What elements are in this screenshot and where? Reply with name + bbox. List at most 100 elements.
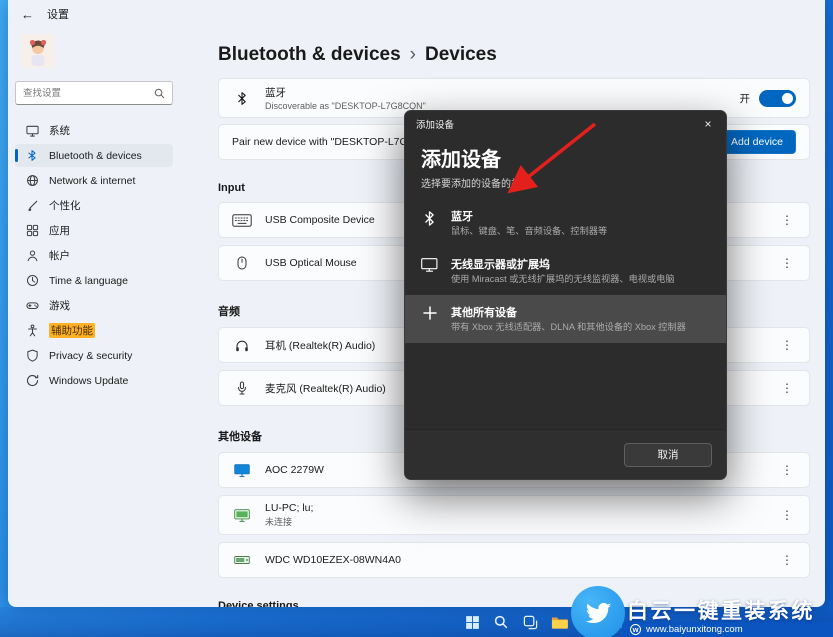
more-options-button[interactable]: ⋮ <box>778 213 796 227</box>
sidebar-item-network-internet[interactable]: Network & internet <box>15 169 173 192</box>
globe-icon: w <box>630 624 641 635</box>
option-desc: 带有 Xbox 无线适配器、DLNA 和其他设备的 Xbox 控制器 <box>451 322 686 334</box>
more-options-button[interactable]: ⋮ <box>778 553 796 567</box>
back-button[interactable]: ← <box>21 7 34 22</box>
device-title: 耳机 (Realtek(R) Audio) <box>265 338 375 353</box>
sidebar-item-label: Bluetooth & devices <box>49 150 142 162</box>
bird-icon <box>583 598 613 628</box>
plus-icon <box>421 306 438 320</box>
device-title: 麦克风 (Realtek(R) Audio) <box>265 381 386 396</box>
gamepad-icon <box>25 299 39 313</box>
sidebar-item-label: 系统 <box>49 123 70 138</box>
shield-icon <box>25 349 39 363</box>
globe-icon <box>25 174 39 188</box>
clock-icon <box>25 274 39 288</box>
headphones-icon <box>232 339 252 352</box>
pc-icon <box>232 509 252 522</box>
search-input[interactable] <box>23 88 154 99</box>
option-bluetooth[interactable]: 蓝牙 鼠标、键盘、笔、音频设备、控制器等 <box>405 199 726 247</box>
display-icon <box>421 258 438 272</box>
search-icon <box>154 88 165 99</box>
desktop: ← 设置 系统 Bluetoo <box>0 0 833 637</box>
sidebar-item-privacy-security[interactable]: Privacy & security <box>15 344 173 367</box>
add-device-dialog: 添加设备 × 添加设备 选择要添加的设备的类型。 蓝牙 鼠标、键盘、笔、音频设备… <box>404 110 727 480</box>
device-row-lu-pc: LU-PC; lu; 未连接 ⋮ <box>218 495 810 535</box>
sidebar-item-windows-update[interactable]: Windows Update <box>15 369 173 392</box>
option-title: 无线显示器或扩展坞 <box>451 256 675 272</box>
watermark-brand: 白云一键重装系统 <box>627 595 815 625</box>
brush-icon <box>25 199 39 213</box>
sidebar-item-accessibility[interactable]: 辅助功能 <box>15 319 173 342</box>
add-device-button[interactable]: Add device <box>718 130 796 154</box>
sidebar-item-personalization[interactable]: 个性化 <box>15 194 173 217</box>
more-options-button[interactable]: ⋮ <box>778 256 796 270</box>
search-box[interactable] <box>15 81 173 105</box>
watermark-bird-badge <box>571 586 625 637</box>
avatar[interactable] <box>21 34 55 68</box>
hard-drive-icon <box>232 555 252 565</box>
update-icon <box>25 374 39 388</box>
search-icon[interactable] <box>491 612 511 632</box>
option-title: 其他所有设备 <box>451 304 686 320</box>
keyboard-icon <box>232 214 252 227</box>
option-everything-else[interactable]: 其他所有设备 带有 Xbox 无线适配器、DLNA 和其他设备的 Xbox 控制… <box>405 295 726 343</box>
sidebar-item-label: Network & internet <box>49 175 135 187</box>
sidebar: 系统 Bluetooth & devices Network & interne… <box>8 28 180 607</box>
sidebar-item-label: 游戏 <box>49 298 70 313</box>
chevron-right-icon: › <box>410 44 416 66</box>
app-title: 设置 <box>47 6 69 22</box>
option-wireless-display[interactable]: 无线显示器或扩展坞 使用 Miracast 或无线扩展坞的无线监视器、电视或电脑 <box>405 247 726 295</box>
dialog-footer: 取消 <box>405 429 726 479</box>
breadcrumb-parent[interactable]: Bluetooth & devices <box>218 44 401 66</box>
bluetooth-icon <box>232 91 252 106</box>
sidebar-item-label: Time & language <box>49 275 128 287</box>
option-desc: 鼠标、键盘、笔、音频设备、控制器等 <box>451 226 607 238</box>
close-icon[interactable]: × <box>690 111 726 136</box>
sidebar-item-gaming[interactable]: 游戏 <box>15 294 173 317</box>
more-options-button[interactable]: ⋮ <box>778 463 796 477</box>
sidebar-item-time-language[interactable]: Time & language <box>15 269 173 292</box>
sidebar-item-accounts[interactable]: 帐户 <box>15 244 173 267</box>
device-status: 未连接 <box>265 515 313 528</box>
bluetooth-toggle[interactable] <box>759 90 796 107</box>
sidebar-item-label: 应用 <box>49 223 70 238</box>
sidebar-nav: 系统 Bluetooth & devices Network & interne… <box>15 119 173 392</box>
dialog-subheading: 选择要添加的设备的类型。 <box>405 175 726 199</box>
more-options-button[interactable]: ⋮ <box>778 508 796 522</box>
more-options-button[interactable]: ⋮ <box>778 381 796 395</box>
file-explorer-icon[interactable] <box>549 612 569 632</box>
device-title: AOC 2279W <box>265 464 324 476</box>
dialog-options: 蓝牙 鼠标、键盘、笔、音频设备、控制器等 无线显示器或扩展坞 使用 Miraca… <box>405 199 726 343</box>
apps-grid-icon <box>25 224 39 238</box>
selection-indicator <box>15 149 18 162</box>
watermark-url: www.baiyunxitong.com <box>646 624 743 635</box>
sidebar-item-system[interactable]: 系统 <box>15 119 173 142</box>
cancel-button[interactable]: 取消 <box>624 443 712 467</box>
device-title: USB Optical Mouse <box>265 257 357 269</box>
sidebar-item-label: 帐户 <box>49 248 70 263</box>
mouse-icon <box>232 256 252 270</box>
accessibility-icon <box>25 324 39 338</box>
sidebar-item-label: Windows Update <box>49 375 128 387</box>
start-button[interactable] <box>462 612 482 632</box>
device-row-hard-drive: WDC WD10EZEX-08WN4A0 ⋮ <box>218 542 810 578</box>
sidebar-item-apps[interactable]: 应用 <box>15 219 173 242</box>
dialog-heading: 添加设备 <box>405 136 726 175</box>
more-options-button[interactable]: ⋮ <box>778 338 796 352</box>
option-desc: 使用 Miracast 或无线扩展坞的无线监视器、电视或电脑 <box>451 274 675 286</box>
device-title: LU-PC; lu; <box>265 502 313 514</box>
microphone-icon <box>232 381 252 395</box>
toggle-knob <box>782 93 793 104</box>
bluetooth-icon <box>25 149 39 163</box>
sidebar-item-label: Privacy & security <box>49 350 132 362</box>
monitor-icon <box>232 464 252 477</box>
device-title: WDC WD10EZEX-08WN4A0 <box>265 554 401 566</box>
person-icon <box>25 249 39 263</box>
sidebar-item-bluetooth-devices[interactable]: Bluetooth & devices <box>15 144 173 167</box>
dialog-titlebar: 添加设备 × <box>405 111 726 136</box>
device-title: USB Composite Device <box>265 214 375 226</box>
bluetooth-title: 蓝牙 <box>265 85 426 100</box>
breadcrumb: Bluetooth & devices › Devices <box>218 44 810 66</box>
page-title: Devices <box>425 44 497 66</box>
task-view-icon[interactable] <box>520 612 540 632</box>
